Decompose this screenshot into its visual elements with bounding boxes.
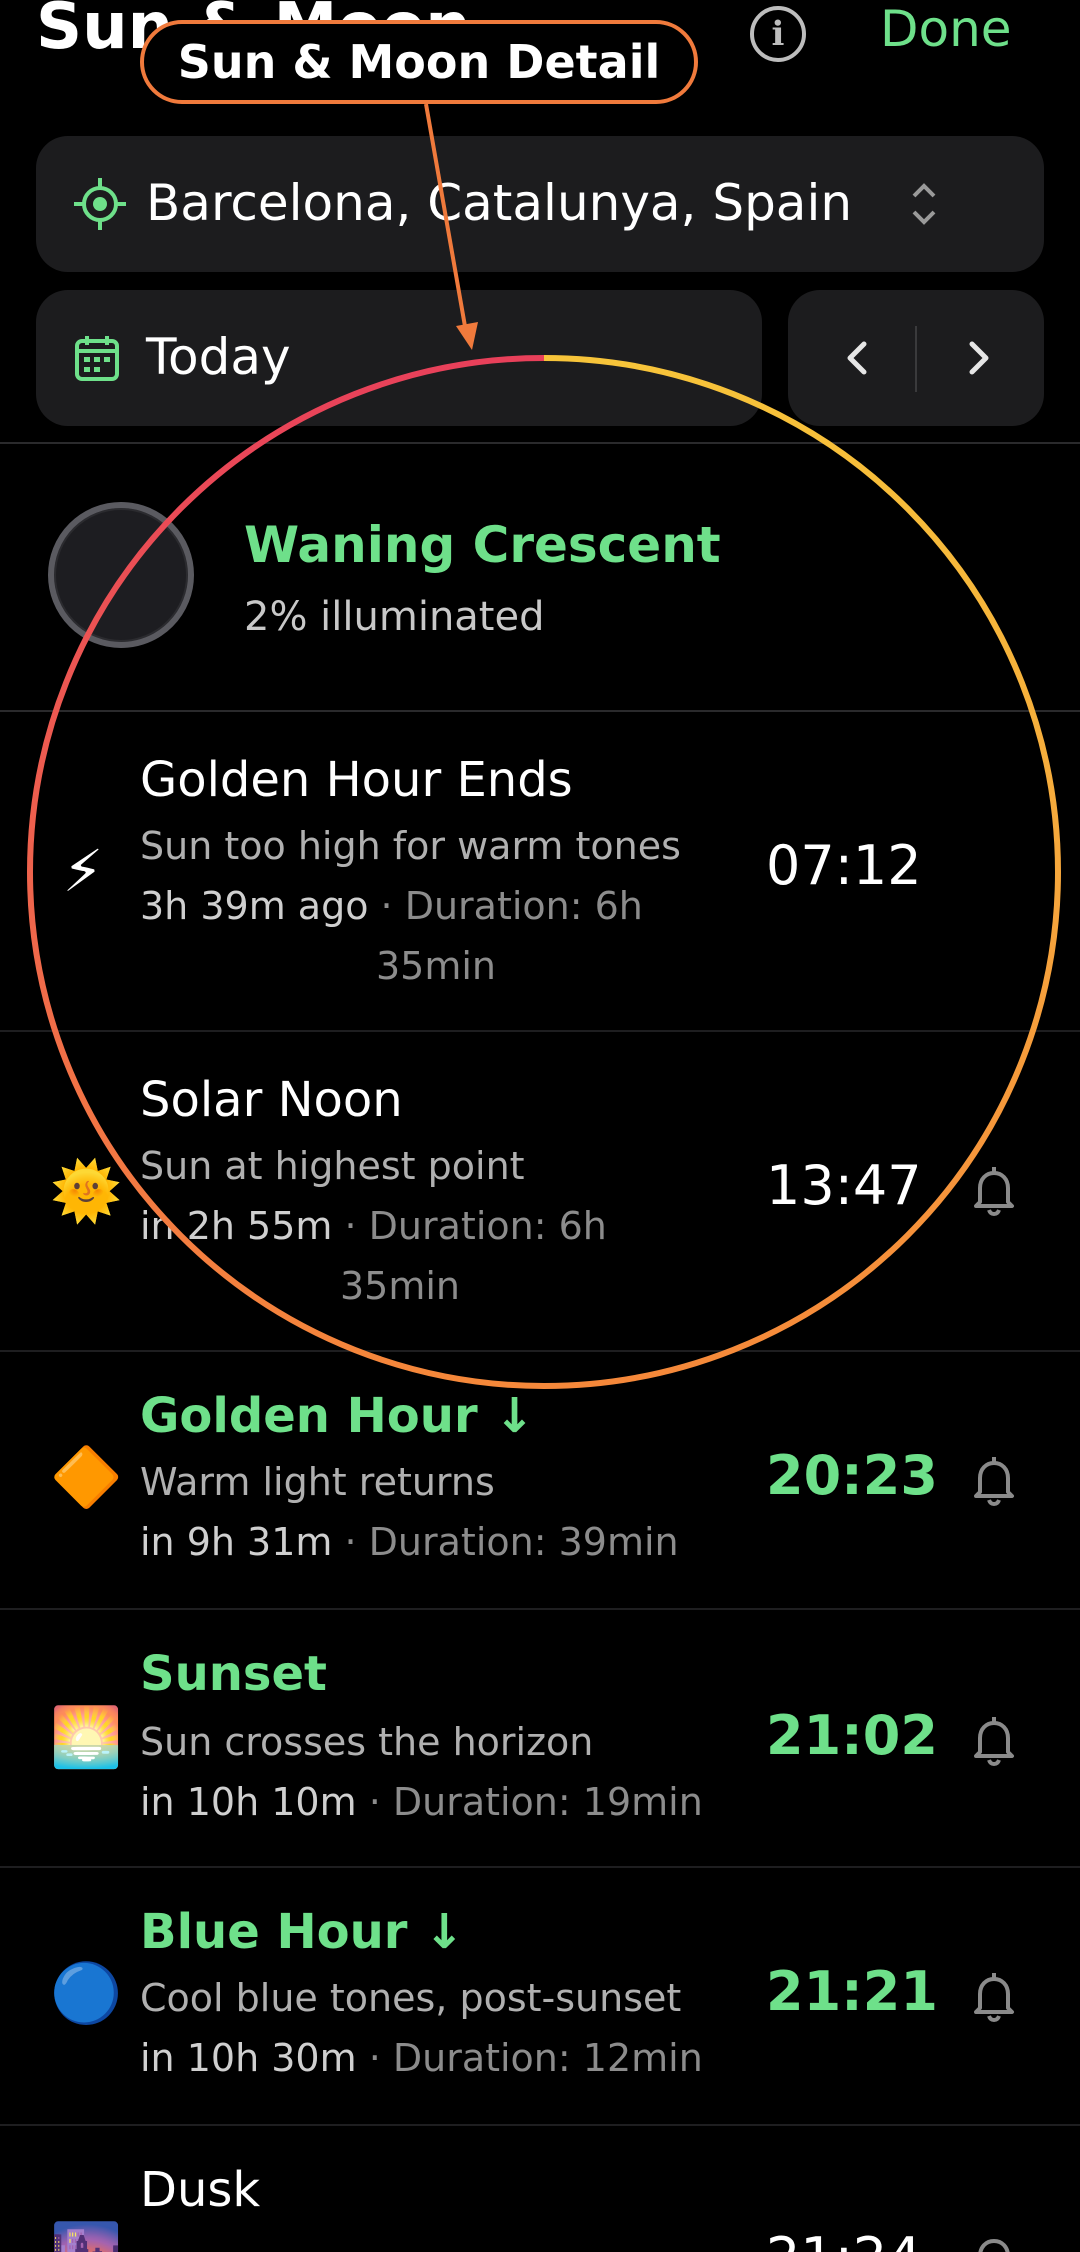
nav-divider — [915, 326, 917, 392]
event-relative-time: 3h 39m ago — [140, 884, 369, 928]
event-time: 21:21 — [766, 1960, 938, 2023]
event-duration-wrap: 35min — [340, 1264, 461, 1308]
sun-face-icon: 🌞 — [50, 1157, 123, 1225]
event-duration: · Duration: 39min — [332, 1520, 679, 1564]
event-relative-time: in 10h 10m — [140, 1780, 357, 1824]
event-relative-time: in 9h 31m — [140, 1520, 333, 1564]
blue-circle-icon: 🔵 — [50, 1959, 123, 2027]
event-duration: · Duration: 12min — [356, 2036, 703, 2080]
calendar-icon — [75, 336, 119, 381]
event-time: 21:24 — [766, 2226, 922, 2252]
bell-icon[interactable] — [966, 1968, 1022, 2024]
list-item[interactable]: 🌅 Sunset Sun crosses the horizon in 10h … — [0, 1610, 1080, 1866]
dusk-cityscape-icon: 🌆 — [50, 2220, 122, 2252]
event-time: 07:12 — [766, 834, 922, 897]
event-duration-wrap: 35min — [376, 944, 497, 988]
event-time: 20:23 — [766, 1444, 938, 1507]
event-time: 21:02 — [766, 1704, 938, 1767]
bell-icon[interactable] — [966, 1452, 1022, 1508]
list-item[interactable]: ⚡ Golden Hour Ends Sun too high for warm… — [0, 712, 1080, 1030]
location-target-icon — [74, 178, 126, 230]
event-meta: 3h 39m ago · Duration: 6h — [140, 884, 643, 928]
annotation-callout: Sun & Moon Detail — [140, 20, 698, 104]
event-name: Sunset — [140, 1646, 327, 1702]
chevron-up-down-icon — [912, 183, 936, 225]
event-relative-time: in 10h 30m — [140, 2036, 357, 2080]
divider — [0, 442, 1080, 444]
location-name: Barcelona, Catalunya, Spain — [146, 174, 853, 232]
event-name: Golden Hour ↓ — [140, 1388, 535, 1444]
event-duration: · Duration: 6h — [332, 1204, 607, 1248]
moon-phase-name: Waning Crescent — [244, 516, 721, 574]
event-name: Blue Hour ↓ — [140, 1904, 465, 1960]
event-description: Sun too high for warm tones — [140, 824, 681, 868]
event-time: 13:47 — [766, 1154, 922, 1217]
event-name: Solar Noon — [140, 1072, 403, 1128]
moon-illumination: 2% illuminated — [244, 594, 545, 640]
event-name: Dusk — [140, 2162, 261, 2218]
bell-icon[interactable] — [966, 2230, 1022, 2252]
sunset-icon: 🌅 — [50, 1703, 123, 1771]
date-label: Today — [146, 328, 291, 386]
sun-moon-screen: Sun & Moon i Done Barcelona, Catalunya, … — [0, 0, 1080, 2252]
lightning-icon: ⚡ — [62, 837, 104, 905]
event-description: Warm light returns — [140, 1460, 495, 1504]
event-meta: in 2h 55m · Duration: 6h — [140, 1204, 607, 1248]
bell-icon[interactable] — [966, 1712, 1022, 1768]
info-icon: i — [771, 14, 785, 54]
chevron-left-icon[interactable] — [828, 328, 888, 388]
diamond-icon: 🔶 — [50, 1443, 123, 1511]
list-item[interactable]: 🌞 Solar Noon Sun at highest point in 2h … — [0, 1032, 1080, 1350]
event-meta: in 9h 31m · Duration: 39min — [140, 1520, 679, 1564]
info-button[interactable]: i — [750, 6, 806, 62]
event-duration: · Duration: 6h — [368, 884, 643, 928]
moon-phase-icon — [48, 502, 194, 648]
chevron-right-icon[interactable] — [948, 328, 1008, 388]
list-item[interactable]: 🔶 Golden Hour ↓ Warm light returns in 9h… — [0, 1352, 1080, 1608]
list-item[interactable]: 🌆 Dusk 21:24 — [0, 2126, 1080, 2252]
bell-icon[interactable] — [966, 1162, 1022, 1218]
done-button[interactable]: Done — [880, 0, 1012, 58]
event-description: Sun at highest point — [140, 1144, 525, 1188]
location-selector[interactable]: Barcelona, Catalunya, Spain — [36, 136, 1044, 272]
event-name: Golden Hour Ends — [140, 752, 573, 808]
event-meta: in 10h 30m · Duration: 12min — [140, 2036, 703, 2080]
event-duration: · Duration: 19min — [356, 1780, 703, 1824]
event-relative-time: in 2h 55m — [140, 1204, 333, 1248]
event-meta: in 10h 10m · Duration: 19min — [140, 1780, 703, 1824]
event-description: Cool blue tones, post-sunset — [140, 1976, 682, 2020]
date-selector[interactable]: Today — [36, 290, 762, 426]
list-item[interactable]: 🔵 Blue Hour ↓ Cool blue tones, post-suns… — [0, 1868, 1080, 2124]
date-nav — [788, 290, 1044, 426]
event-description: Sun crosses the horizon — [140, 1720, 594, 1764]
